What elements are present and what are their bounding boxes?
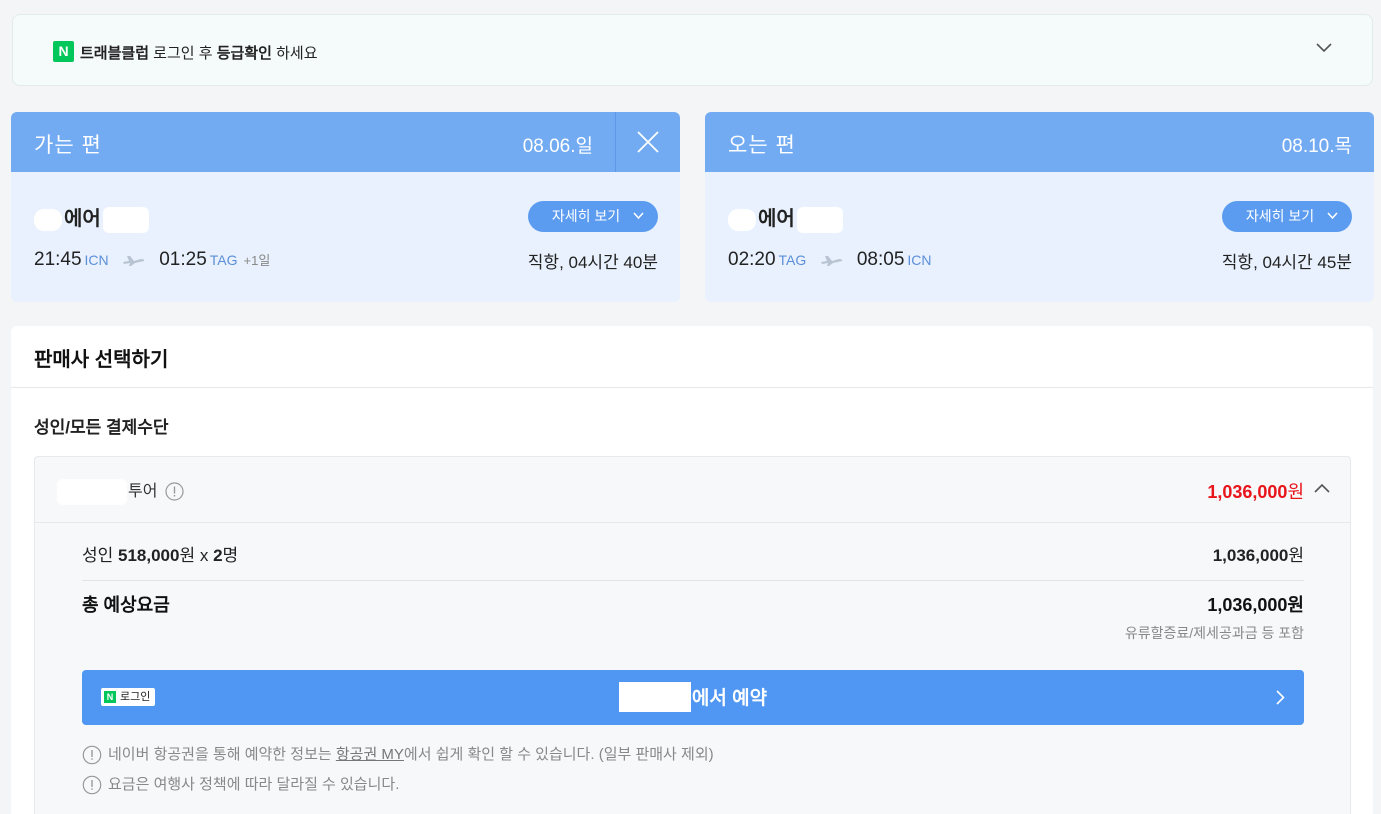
- banner-suffix: 하세요: [271, 45, 318, 62]
- notice-item: 요금은 여행사 정책에 따라 달라질 수 있습니다.: [82, 775, 714, 805]
- banner-text: 트래블클럽 로그인 후 등급확인 하세요: [80, 42, 318, 63]
- outbound-depart-code: ICN: [84, 252, 109, 268]
- notice2-text: 요금은 여행사 정책에 따라 달라질 수 있습니다.: [108, 776, 400, 793]
- agency-price: 1,036,000원: [1207, 478, 1304, 504]
- book-button[interactable]: N 로그인 에서 예약: [82, 670, 1304, 725]
- exclamation-icon: [82, 745, 102, 765]
- book-suffix: 에서 예약: [691, 688, 768, 709]
- inbound-detail-label: 자세히 보기: [1245, 208, 1315, 224]
- inbound-detail-button[interactable]: 자세히 보기: [1222, 201, 1352, 232]
- close-icon: [637, 131, 659, 153]
- airplane-icon: [122, 255, 145, 266]
- total-fare-row: 총 예상요금 1,036,000원 유류할증료/제세공과금 등 포함: [82, 591, 1304, 651]
- grade-text: 등급확인: [216, 45, 272, 62]
- inbound-times: 02:20 TAG 08:05 ICN: [728, 249, 932, 271]
- inbound-airline: 에어: [728, 202, 843, 233]
- inbound-header: 오는 편 08.10.목: [705, 112, 1374, 172]
- agency-card: 투어 1,036,000원 성인 518,000원 x 2명 1,036,000…: [34, 456, 1351, 814]
- unit-price: 518,000: [118, 546, 180, 565]
- chevron-down-icon: [633, 212, 644, 220]
- total-note: 유류할증료/제세공과금 등 포함: [1124, 625, 1304, 641]
- divider: [11, 387, 1373, 388]
- inbound-duration: 직항, 04시간 45분: [1221, 253, 1352, 272]
- info-icon[interactable]: [165, 482, 184, 501]
- chevron-down-icon[interactable]: [1316, 39, 1332, 55]
- outbound-detail-button[interactable]: 자세히 보기: [528, 201, 658, 232]
- adult-label: 성인: [82, 546, 119, 565]
- agency-name-text: 투어: [128, 483, 158, 500]
- fare-category: 성인/모든 결제수단: [34, 418, 169, 437]
- count-unit: 명: [222, 546, 239, 565]
- inbound-date: 08.10.목: [1281, 136, 1352, 157]
- outbound-arrive-time: 01:25: [159, 249, 207, 270]
- inbound-depart-code: TAG: [778, 252, 807, 268]
- outbound-times: 21:45 ICN 01:25 TAG +1일: [34, 249, 270, 271]
- outbound-airline: 에어: [34, 202, 149, 233]
- remove-outbound-button[interactable]: [615, 112, 680, 172]
- travel-club-banner[interactable]: N 트래블클럽 로그인 후 등급확인 하세요: [12, 14, 1373, 86]
- redacted-mark: [57, 478, 127, 505]
- passenger-count: 2: [213, 546, 223, 565]
- naver-logo-icon: N: [53, 41, 74, 62]
- redacted-mark: [34, 208, 62, 231]
- inbound-depart-time: 02:20: [728, 249, 776, 270]
- chevron-right-icon: [1276, 690, 1285, 705]
- outbound-date: 08.06.일: [522, 136, 593, 157]
- outbound-flight-card: 가는 편 08.06.일 에어 자세히 보기 21:45 ICN 01:25 TAG…: [11, 112, 680, 302]
- notice1-text-end: 에서 쉽게 확인 할 수 있습니다. (일부 판매사 제외): [403, 746, 714, 763]
- club-name: 트래블클럽: [80, 45, 150, 62]
- seller-section-title: 판매사 선택하기: [34, 349, 169, 371]
- chevron-down-icon: [1327, 212, 1338, 220]
- outbound-detail-label: 자세히 보기: [551, 208, 621, 224]
- inbound-arrive-code: ICN: [907, 252, 932, 268]
- total-label: 총 예상요금: [82, 595, 170, 615]
- agency-price-unit: 원: [1287, 482, 1304, 502]
- redacted-mark: [728, 208, 756, 231]
- subtotal-unit: 원: [1288, 546, 1304, 565]
- redacted-mark: [796, 206, 843, 233]
- adult-subtotal: 1,036,000원: [1213, 541, 1304, 566]
- total-value: 1,036,000원: [1207, 595, 1304, 615]
- outbound-arrive-code: TAG: [209, 252, 238, 268]
- outbound-airline-name: 에어: [64, 208, 101, 230]
- outbound-day-offset: +1일: [243, 253, 271, 268]
- inbound-arrive-time: 08:05: [856, 249, 905, 270]
- unit-won: 원 x: [179, 546, 214, 565]
- book-button-label: 에서 예약: [82, 681, 1304, 714]
- outbound-direction-label: 가는 편: [34, 134, 102, 157]
- my-flights-link[interactable]: 항공권 MY: [336, 746, 404, 763]
- redacted-mark: [102, 206, 149, 233]
- subtotal-value: 1,036,000: [1212, 546, 1289, 565]
- exclamation-icon: [82, 775, 102, 795]
- inbound-airline-name: 에어: [758, 208, 795, 230]
- agency-price-value: 1,036,000: [1207, 482, 1288, 502]
- agency-name: 투어: [57, 477, 184, 505]
- seller-section: 판매사 선택하기 성인/모든 결제수단 투어 1,036,000원 성인 518…: [11, 326, 1373, 814]
- inbound-direction-label: 오는 편: [728, 134, 796, 157]
- outbound-depart-time: 21:45: [34, 249, 82, 270]
- adult-fare-breakdown: 성인 518,000원 x 2명: [82, 546, 238, 565]
- inbound-flight-card: 오는 편 08.10.목 에어 자세히 보기 02:20 TAG 08:05 ICN…: [705, 112, 1374, 302]
- agency-header[interactable]: 투어 1,036,000원: [35, 457, 1350, 523]
- redacted-mark: [618, 681, 691, 712]
- notice-item: 네이버 항공권을 통해 예약한 정보는 항공권 MY에서 쉽게 확인 할 수 있…: [82, 745, 714, 775]
- banner-prefix: 로그인 후: [149, 45, 217, 62]
- notice-list: 네이버 항공권을 통해 예약한 정보는 항공권 MY에서 쉽게 확인 할 수 있…: [82, 745, 714, 805]
- outbound-header: 가는 편 08.06.일: [11, 112, 680, 172]
- outbound-duration: 직항, 04시간 40분: [527, 253, 658, 272]
- adult-fare-row: 성인 518,000원 x 2명 1,036,000원: [82, 541, 1304, 581]
- notice1-text: 네이버 항공권을 통해 예약한 정보는: [108, 746, 336, 763]
- chevron-up-icon[interactable]: [1314, 483, 1330, 493]
- airplane-icon: [820, 255, 842, 266]
